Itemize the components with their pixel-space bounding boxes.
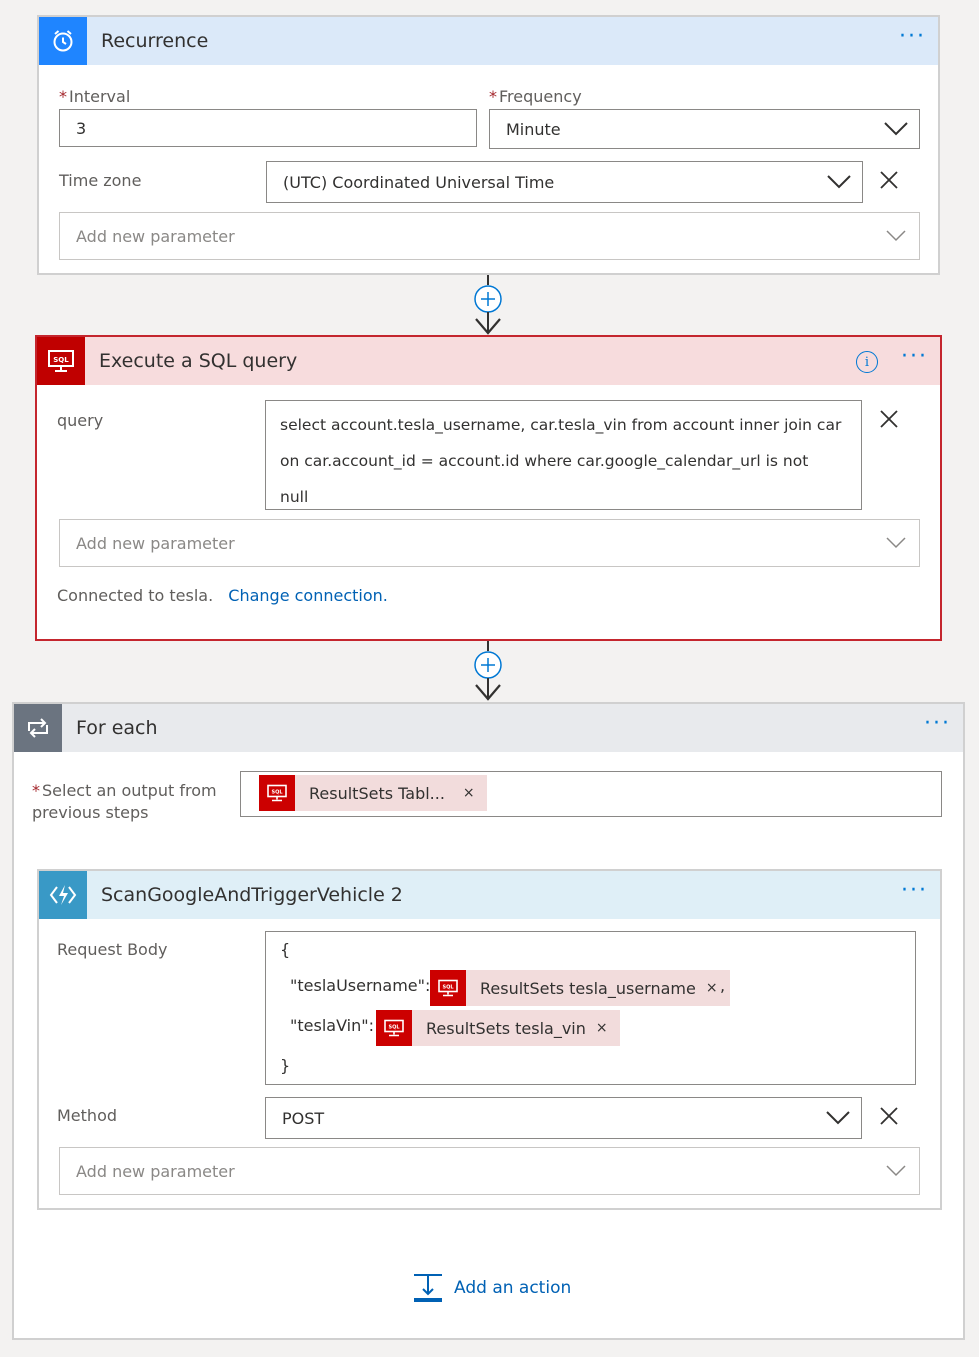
recurrence-header[interactable]: Recurrence ··· [39, 17, 938, 65]
remove-query-icon[interactable] [877, 407, 901, 431]
sql-server-icon: SQL [376, 1010, 412, 1046]
scan-function-card: ScanGoogleAndTriggerVehicle 2 ··· Reques… [37, 869, 942, 1210]
query-textarea[interactable]: select account.tesla_username, car.tesla… [265, 400, 862, 510]
sql-icon-text: SQL [442, 985, 454, 991]
azure-function-icon [39, 871, 87, 919]
token-label: ResultSets tesla_username [480, 978, 696, 998]
resultsets-username-token[interactable]: SQL ResultSets tesla_username × [430, 970, 730, 1006]
for-each-more-icon[interactable]: ··· [924, 713, 951, 735]
json-comma: , [720, 976, 726, 995]
add-step-connector[interactable] [466, 641, 510, 703]
select-output-input[interactable]: SQL ResultSets Tabl... × [240, 771, 942, 817]
query-line: on car.account_id = account.id where car… [280, 452, 809, 470]
for-each-header[interactable]: For each ··· [14, 704, 963, 752]
select-output-label: * Select an output from previous steps [32, 781, 217, 822]
query-line: select account.tesla_username, car.tesla… [280, 416, 842, 434]
frequency-select[interactable]: Minute [489, 109, 920, 149]
add-action-label: Add an action [454, 1278, 572, 1298]
method-select[interactable]: POST [265, 1097, 862, 1139]
sql-icon-text: SQL [388, 1025, 400, 1031]
sql-server-icon: SQL [430, 970, 466, 1006]
scan-add-parameter[interactable]: Add new parameter [59, 1147, 920, 1195]
brace-close: } [280, 1056, 291, 1075]
connected-text: Connected to tesla. [57, 586, 214, 605]
scan-title: ScanGoogleAndTriggerVehicle 2 [101, 884, 403, 906]
token-label: ResultSets Tabl... [309, 783, 445, 803]
recurrence-add-parameter[interactable]: Add new parameter [59, 212, 920, 260]
remove-timezone-icon[interactable] [877, 168, 901, 192]
sql-more-icon[interactable]: ··· [901, 346, 928, 368]
interval-input[interactable]: 3 [59, 109, 477, 147]
recurrence-more-icon[interactable]: ··· [899, 26, 926, 48]
add-action-icon [412, 1272, 444, 1304]
timezone-label: Time zone [59, 171, 142, 190]
sql-icon-text: SQL [53, 356, 69, 364]
timezone-select[interactable]: (UTC) Coordinated Universal Time [266, 161, 863, 203]
sql-icon-text: SQL [271, 790, 283, 796]
resultsets-table-token[interactable]: SQL ResultSets Tabl... × [259, 775, 487, 811]
change-connection-link[interactable]: Change connection. [228, 586, 388, 605]
sql-query-card: SQL Execute a SQL query i ··· query sele… [35, 335, 942, 641]
json-key-vin: "teslaVin": [290, 1016, 374, 1035]
frequency-label: * Frequency [489, 87, 582, 106]
query-line: null [280, 488, 309, 506]
chevron-down-icon [816, 162, 862, 202]
sql-header[interactable]: SQL Execute a SQL query i ··· [37, 337, 940, 385]
remove-method-icon[interactable] [877, 1104, 901, 1128]
add-action-button[interactable]: Add an action [412, 1272, 571, 1304]
chevron-down-icon [815, 1098, 861, 1138]
for-each-scope: For each ··· * Select an output from prev… [12, 702, 965, 1340]
brace-open: { [280, 940, 291, 959]
sql-add-parameter[interactable]: Add new parameter [59, 519, 920, 567]
recurrence-card: Recurrence ··· * Interval 3 * Frequency Mi… [37, 15, 940, 275]
token-remove-icon[interactable]: × [463, 785, 475, 801]
for-each-title: For each [76, 717, 158, 739]
alarm-clock-icon [39, 17, 87, 65]
connection-info: Connected to tesla. Change connection. [57, 586, 388, 605]
scan-more-icon[interactable]: ··· [901, 880, 928, 902]
token-label: ResultSets tesla_vin [426, 1018, 586, 1038]
chevron-down-icon [873, 213, 919, 259]
sql-server-icon: SQL [37, 337, 85, 385]
loop-icon [14, 704, 62, 752]
recurrence-title: Recurrence [101, 30, 209, 52]
resultsets-vin-token[interactable]: SQL ResultSets tesla_vin × [376, 1010, 620, 1046]
request-body-label: Request Body [57, 940, 168, 959]
info-icon[interactable]: i [856, 351, 878, 373]
scan-header[interactable]: ScanGoogleAndTriggerVehicle 2 ··· [39, 871, 940, 919]
request-body-editor[interactable]: { "teslaUsername": SQL ResultSets tesla_… [265, 931, 916, 1085]
add-step-connector[interactable] [466, 275, 510, 337]
json-key-username: "teslaUsername": [290, 976, 431, 995]
token-remove-icon[interactable]: × [706, 980, 718, 996]
method-label: Method [57, 1106, 118, 1125]
sql-title: Execute a SQL query [99, 350, 298, 372]
token-remove-icon[interactable]: × [596, 1020, 608, 1036]
query-label: query [57, 411, 104, 430]
chevron-down-icon [873, 520, 919, 566]
sql-server-icon: SQL [259, 775, 295, 811]
interval-label: * Interval [59, 87, 131, 106]
chevron-down-icon [873, 110, 919, 148]
chevron-down-icon [873, 1148, 919, 1194]
